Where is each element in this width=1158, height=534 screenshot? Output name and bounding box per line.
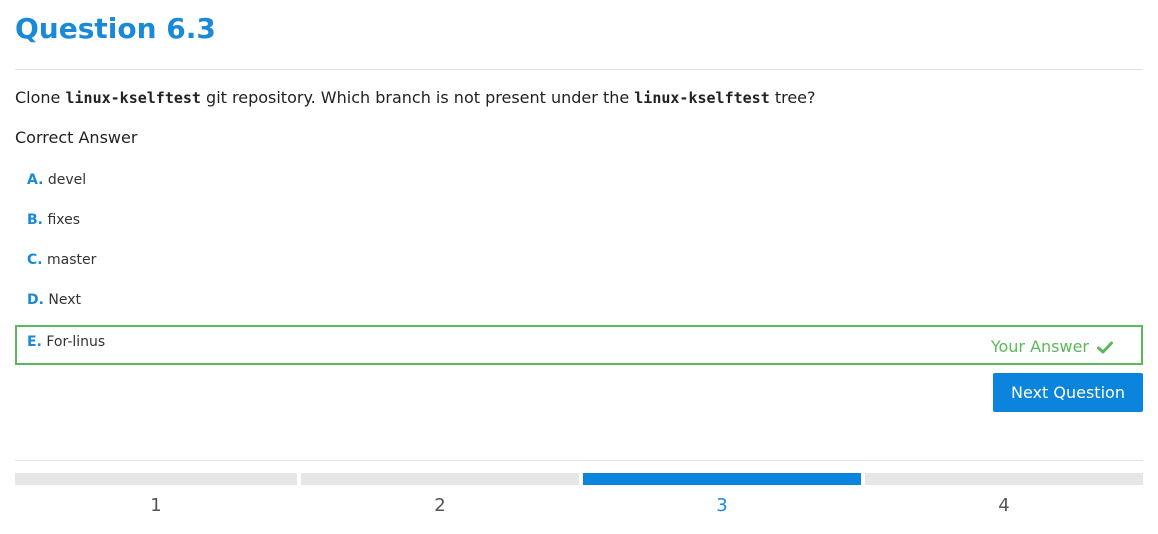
your-answer-label: Your Answer [990,337,1089,356]
repo-name-code: linux-kselftest [65,89,201,107]
progress-step-4-bar[interactable] [865,473,1143,485]
correct-answer-label: Correct Answer [15,128,138,147]
progress-step-1-label[interactable]: 1 [15,495,297,516]
option-text: For-linus [46,334,106,350]
option-text: Next [48,292,82,308]
option-letter: C. [27,252,43,268]
progress-step-2-bar[interactable] [301,473,579,485]
option-letter: D. [27,292,44,308]
question-text-part: Clone [15,88,66,107]
question-text-part: git repository. Which branch is not pres… [200,88,635,107]
your-answer-badge: Your Answer [991,337,1113,356]
option-letter: E. [27,334,42,350]
next-question-button[interactable]: Next Question [993,373,1143,412]
page-title: Question 6.3 [15,12,216,45]
progress-step-3-label[interactable]: 3 [583,495,861,516]
option-a[interactable]: A. devel [15,162,1143,202]
option-letter: B. [27,212,43,228]
title-divider [15,69,1143,70]
progress-divider [15,460,1143,461]
option-e[interactable]: E. For-linus Your Answer [15,325,1143,365]
progress-step-4-label[interactable]: 4 [865,495,1143,516]
repo-name-code: linux-kselftest [634,89,770,107]
option-text: devel [47,172,87,188]
progress-step-1-bar[interactable] [15,473,297,485]
option-letter: A. [27,172,44,188]
option-text: master [47,252,97,268]
option-text: fixes [47,212,81,228]
question-text-part: tree? [769,88,816,107]
option-c[interactable]: C. master [15,242,1143,282]
question-text: Clone linux-kselftest git repository. Wh… [15,88,816,107]
progress-step-2-label[interactable]: 2 [301,495,579,516]
option-b[interactable]: B. fixes [15,202,1143,242]
check-icon [1097,341,1113,354]
option-d[interactable]: D. Next [15,282,1143,322]
progress-step-3-bar[interactable] [583,473,861,485]
